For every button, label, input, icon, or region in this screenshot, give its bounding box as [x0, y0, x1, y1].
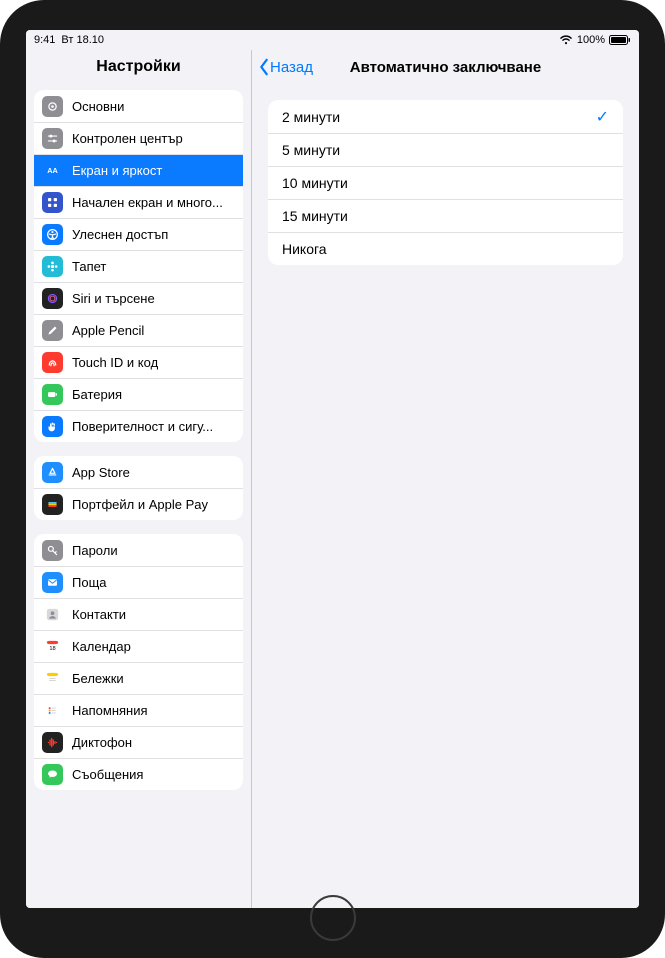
sidebar-item-label: Контакти [72, 607, 235, 622]
option-label: 10 минути [282, 175, 348, 191]
sidebar-item-calendar[interactable]: 18 Календар [34, 630, 243, 662]
sidebar-item-label: Контролен център [72, 131, 235, 146]
autolock-option[interactable]: 2 минути ✓ [268, 100, 623, 133]
sidebar-item-passwords[interactable]: Пароли [34, 534, 243, 566]
sidebar-item-label: Диктофон [72, 735, 235, 750]
sidebar-item-label: Поверителност и сигу... [72, 419, 235, 434]
sidebar-item-mail[interactable]: Поща [34, 566, 243, 598]
detail-header: Назад Автоматично заключване [252, 50, 639, 84]
reminders-icon [42, 700, 63, 721]
option-label: 2 минути [282, 109, 340, 125]
option-label: Никога [282, 241, 327, 257]
autolock-option[interactable]: 5 минути [268, 133, 623, 166]
autolock-option[interactable]: 15 минути [268, 199, 623, 232]
sidebar-item-label: Apple Pencil [72, 323, 235, 338]
device-frame: 9:41 Вт 18.10 100% Настройки Основни Конт… [0, 0, 665, 958]
sidebar-item-label: Календар [72, 639, 235, 654]
sidebar-item-wallpaper[interactable]: Тапет [34, 250, 243, 282]
sidebar-item-contacts[interactable]: Контакти [34, 598, 243, 630]
mail-icon [42, 572, 63, 593]
key-icon [42, 540, 63, 561]
sidebar-item-label: Улеснен достъп [72, 227, 235, 242]
sidebar-item-control[interactable]: Контролен център [34, 122, 243, 154]
sidebar-item-label: App Store [72, 465, 235, 480]
autolock-options: 2 минути ✓ 5 минути 10 минути 15 минути Никог… [268, 100, 623, 265]
sidebar-item-label: Съобщения [72, 767, 235, 782]
hand-icon [42, 416, 63, 437]
access-icon [42, 224, 63, 245]
sidebar-item-label: Siri и търсене [72, 291, 235, 306]
calendar-icon: 18 [42, 636, 63, 657]
sidebar-item-messages[interactable]: Съобщения [34, 758, 243, 790]
sidebar-item-privacy[interactable]: Поверителност и сигу... [34, 410, 243, 442]
sidebar-item-label: Напомняния [72, 703, 235, 718]
sidebar-item-pencil[interactable]: Apple Pencil [34, 314, 243, 346]
sidebar-item-homescreen[interactable]: Начален екран и много... [34, 186, 243, 218]
battery-icon [609, 35, 631, 45]
check-icon: ✓ [596, 107, 609, 127]
sidebar-item-touchid[interactable]: Touch ID и код [34, 346, 243, 378]
sidebar-title: Настройки [26, 50, 251, 84]
pencil-icon [42, 320, 63, 341]
battery-label: 100% [577, 34, 605, 46]
sidebar-item-notes[interactable]: Бележки [34, 662, 243, 694]
siri-icon [42, 288, 63, 309]
sidebar-item-display[interactable]: AA Екран и яркост [34, 154, 243, 186]
svg-text:AA: AA [47, 166, 58, 175]
option-label: 15 минути [282, 208, 348, 224]
sidebar-item-label: Основни [72, 99, 235, 114]
sidebar-item-label: Тапет [72, 259, 235, 274]
back-button[interactable]: Назад [258, 58, 313, 76]
sidebar-item-reminders[interactable]: Напомняния [34, 694, 243, 726]
sidebar-item-voicememos[interactable]: Диктофон [34, 726, 243, 758]
sidebar-item-label: Бележки [72, 671, 235, 686]
finger-icon [42, 352, 63, 373]
sliders-icon [42, 128, 63, 149]
status-time: 9:41 [34, 34, 55, 46]
grid-icon [42, 192, 63, 213]
svg-text:18: 18 [49, 646, 55, 652]
brightness-icon: AA [42, 160, 63, 181]
voice-icon [42, 732, 63, 753]
sidebar-item-label: Touch ID и код [72, 355, 235, 370]
status-bar: 9:41 Вт 18.10 100% [26, 30, 639, 50]
sidebar-item-label: Начален екран и много... [72, 195, 235, 210]
flower-icon [42, 256, 63, 277]
sidebar-item-siri[interactable]: Siri и търсене [34, 282, 243, 314]
gear-icon [42, 96, 63, 117]
screen: 9:41 Вт 18.10 100% Настройки Основни Конт… [26, 30, 639, 908]
message-icon [42, 764, 63, 785]
sidebar-item-label: Батерия [72, 387, 235, 402]
sidebar-item-general[interactable]: Основни [34, 90, 243, 122]
sidebar-item-wallet[interactable]: Портфейл и Apple Pay [34, 488, 243, 520]
autolock-option[interactable]: 10 минути [268, 166, 623, 199]
back-label: Назад [270, 59, 313, 76]
notes-icon [42, 668, 63, 689]
sidebar-item-label: Поща [72, 575, 235, 590]
detail-title: Автоматично заключване [350, 59, 541, 76]
sidebar-group: Основни Контролен център AA Екран и яркост Н… [34, 90, 243, 442]
battery-icon [42, 384, 63, 405]
option-label: 5 минути [282, 142, 340, 158]
appstore-icon [42, 462, 63, 483]
home-button[interactable] [310, 895, 356, 941]
detail-pane: Назад Автоматично заключване 2 минути ✓ 5 … [252, 50, 639, 908]
sidebar-group: App Store Портфейл и Apple Pay [34, 456, 243, 520]
contact-icon [42, 604, 63, 625]
settings-sidebar: Настройки Основни Контролен център AA Екран… [26, 50, 252, 908]
wallet-icon [42, 494, 63, 515]
sidebar-group: Пароли Поща Контакти 18 Календар Бележки Напом… [34, 534, 243, 790]
sidebar-item-label: Портфейл и Apple Pay [72, 497, 235, 512]
autolock-option[interactable]: Никога [268, 232, 623, 265]
sidebar-item-access[interactable]: Улеснен достъп [34, 218, 243, 250]
sidebar-item-battery[interactable]: Батерия [34, 378, 243, 410]
sidebar-item-label: Пароли [72, 543, 235, 558]
sidebar-item-appstore[interactable]: App Store [34, 456, 243, 488]
wifi-icon [559, 35, 573, 45]
status-date: Вт 18.10 [61, 34, 104, 46]
sidebar-item-label: Екран и яркост [72, 163, 235, 178]
